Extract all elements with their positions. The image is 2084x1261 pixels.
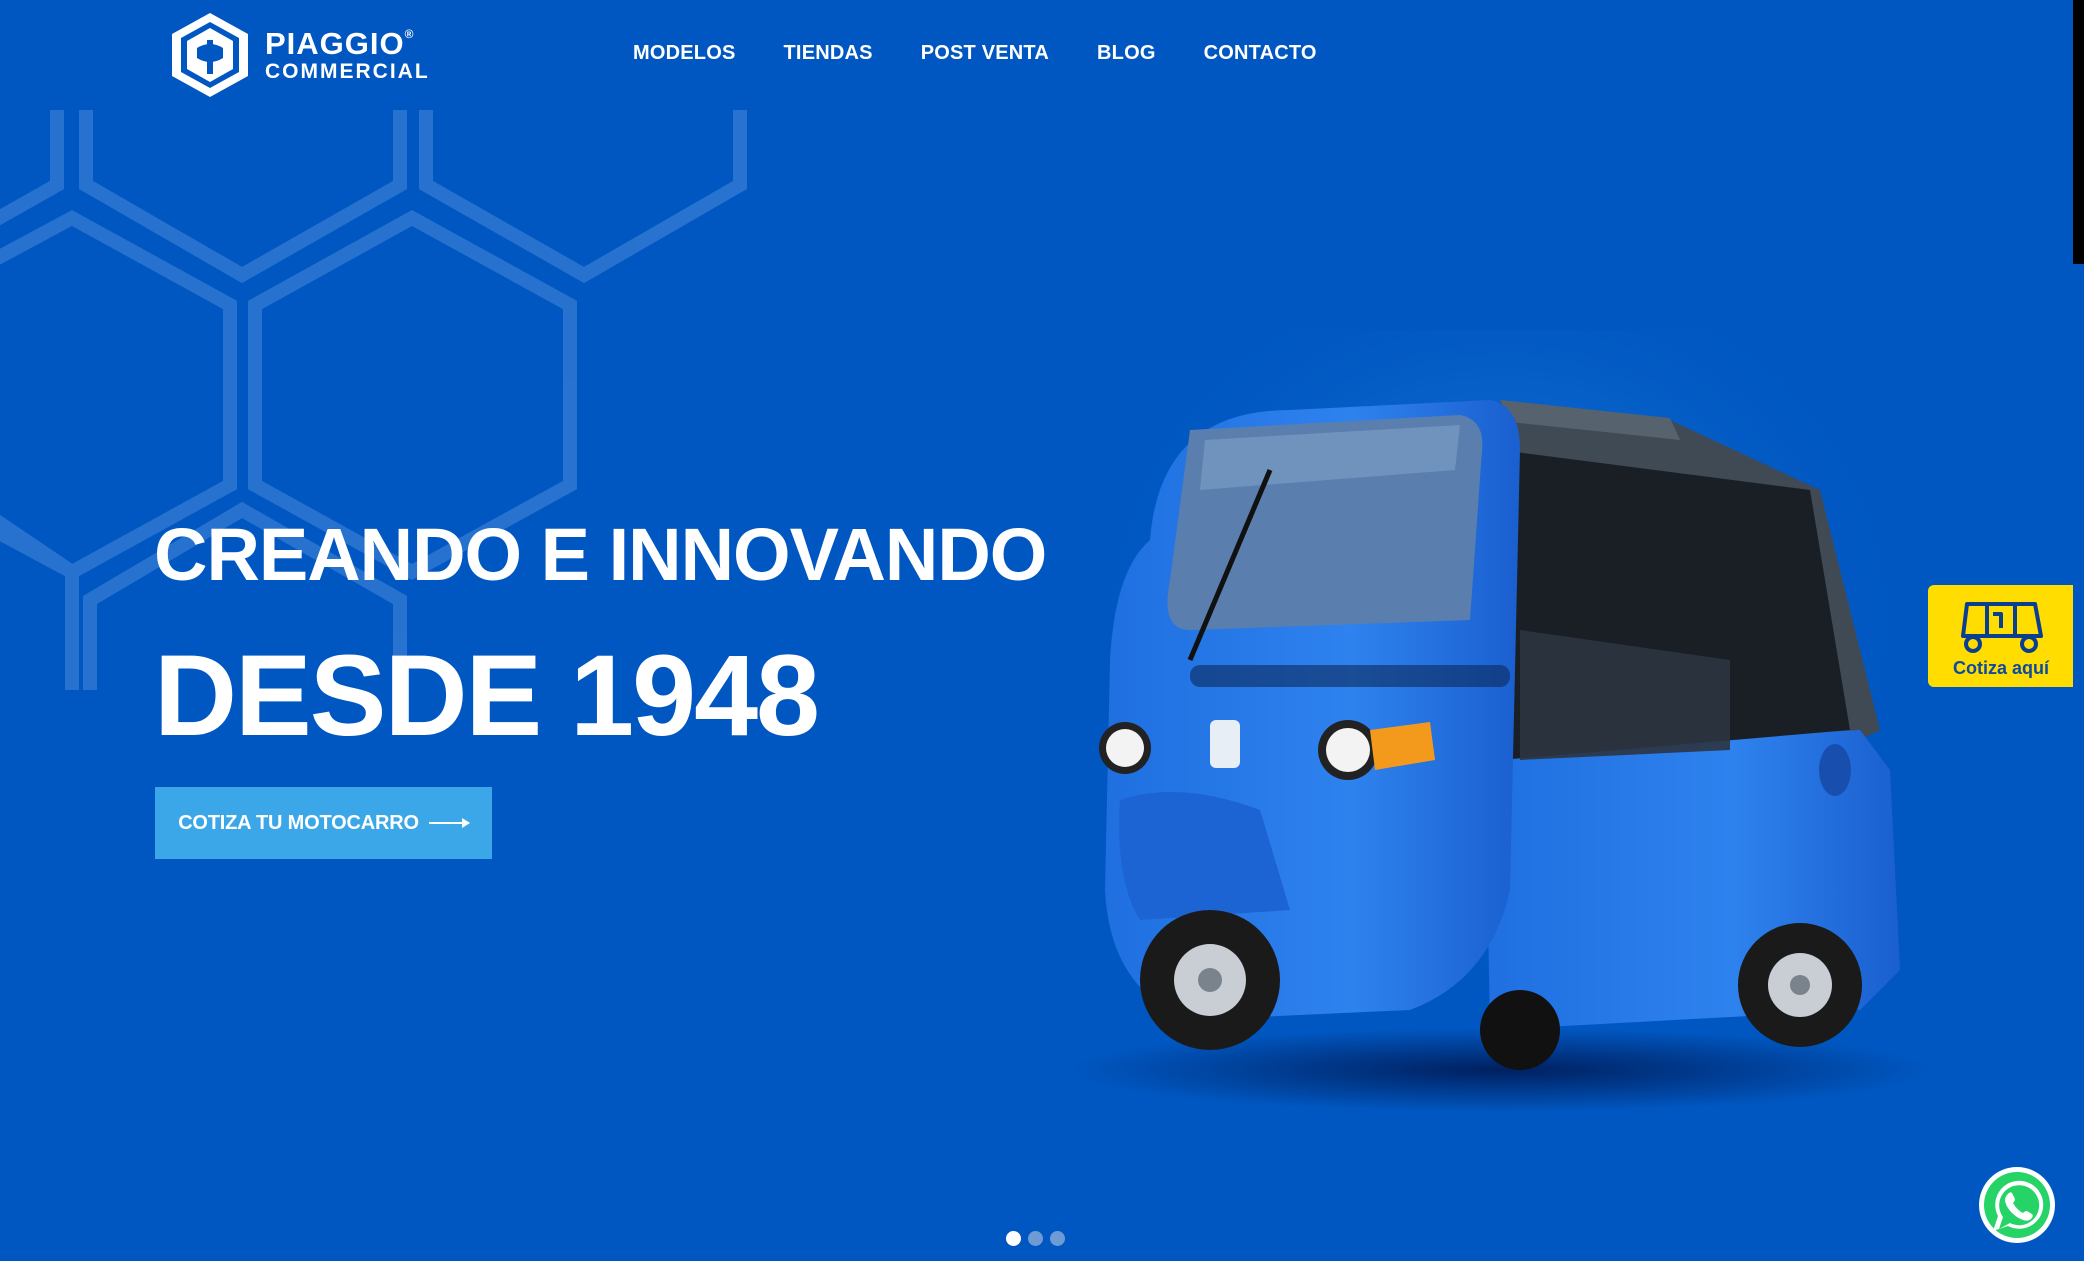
logo-wordmark: PIAGGIO® COMMERCIAL [265, 28, 430, 82]
cta-label: COTIZA TU MOTOCARRO [178, 811, 419, 834]
hero-headline: CREANDO E INNOVANDO [154, 513, 1047, 596]
carousel-pagination [1006, 1231, 1065, 1246]
main-navigation: MODELOS TIENDAS POST VENTA BLOG CONTACTO [633, 42, 1317, 65]
cotiza-aqui-widget[interactable]: Cotiza aquí [1928, 585, 2074, 687]
motocarro-icon [1961, 601, 2043, 653]
cotiza-aqui-label: Cotiza aquí [1952, 657, 2049, 678]
scrollbar-thumb[interactable] [2073, 0, 2084, 264]
nav-item-blog[interactable]: BLOG [1097, 42, 1156, 65]
logo-text-line2: COMMERCIAL [265, 60, 430, 83]
nav-item-modelos[interactable]: MODELOS [633, 42, 736, 65]
registered-mark: ® [404, 27, 415, 41]
logo-text-line1: PIAGGIO [265, 26, 405, 61]
cotiza-motocarro-button[interactable]: COTIZA TU MOTOCARRO [155, 787, 492, 859]
carousel-dot-1[interactable] [1006, 1231, 1021, 1246]
motocarro-image [1070, 330, 1930, 1112]
nav-item-contacto[interactable]: CONTACTO [1204, 42, 1317, 65]
piaggio-logo[interactable]: PIAGGIO® COMMERCIAL [169, 10, 439, 100]
whatsapp-icon[interactable] [1977, 1165, 2057, 1245]
hero-subheadline: DESDE 1948 [154, 632, 820, 760]
nav-item-tiendas[interactable]: TIENDAS [784, 42, 873, 65]
arrow-right-icon [428, 818, 470, 828]
carousel-dot-3[interactable] [1050, 1231, 1065, 1246]
carousel-dot-2[interactable] [1028, 1231, 1043, 1246]
nav-item-post-venta[interactable]: POST VENTA [921, 42, 1049, 65]
piaggio-logo-icon [172, 13, 248, 97]
